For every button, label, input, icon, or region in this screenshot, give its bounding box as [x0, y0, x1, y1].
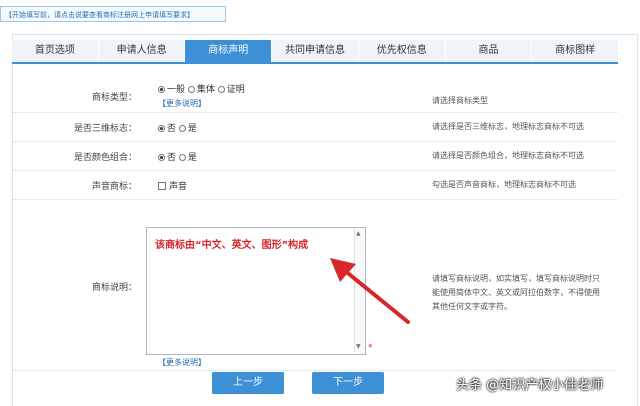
- annotation-arrow-icon: [330, 258, 410, 324]
- watermark-text: 头条 @知识产权小佳老师: [456, 378, 604, 393]
- prev-button[interactable]: 上一步: [212, 372, 284, 394]
- next-button[interactable]: 下一步: [312, 372, 384, 394]
